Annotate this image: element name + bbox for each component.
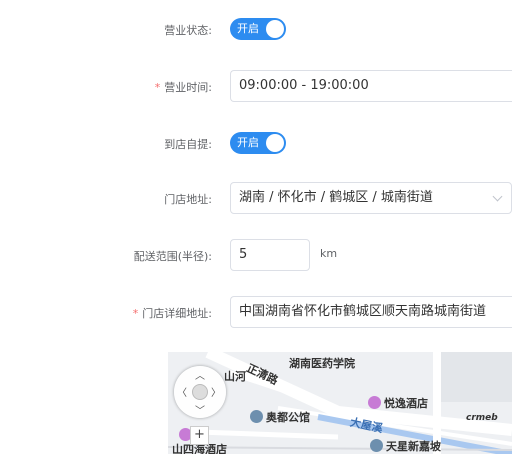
pickup-switch[interactable]: 开启 <box>230 132 286 154</box>
pan-right-icon[interactable]: 〉 <box>211 384 221 399</box>
pan-left-icon[interactable]: 〈 <box>177 384 187 399</box>
business-hours-label: * 营业时间: <box>155 79 212 95</box>
detail-address-label: * 门店详细地址: <box>133 305 212 321</box>
business-hours-label-text: 营业时间: <box>164 81 212 94</box>
map-label-sports: 奥都公馆 <box>266 411 310 424</box>
store-location-map[interactable]: 湖南医药学院 正清路 山河 悦逸酒店 奥都公馆 大屋溪 天星新嘉坡 山四海酒店 … <box>168 352 512 454</box>
business-status-switch-text: 开启 <box>237 22 259 35</box>
required-mark: * <box>154 81 161 94</box>
business-status-label: 营业状态: <box>164 24 212 37</box>
pan-up-icon[interactable]: ︿ <box>195 367 205 382</box>
store-address-value: 湖南 / 怀化市 / 鹤城区 / 城南街道 <box>239 190 433 205</box>
detail-address-input[interactable]: 中国湖南省怀化市鹤城区顺天南路城南街道 <box>230 296 512 328</box>
switch-knob <box>266 20 284 38</box>
pan-down-icon[interactable]: ﹀ <box>195 402 205 417</box>
hotel-icon <box>368 396 381 409</box>
delivery-range-unit: km <box>320 247 338 260</box>
detail-address-label-text: 门店详细地址: <box>142 307 212 320</box>
pan-center[interactable] <box>192 384 208 400</box>
map-label-new-building: 天星新嘉坡 <box>386 440 441 453</box>
chevron-down-icon <box>492 191 503 202</box>
switch-knob <box>266 134 284 152</box>
zoom-in-button[interactable]: + <box>190 426 209 445</box>
pickup-switch-text: 开启 <box>237 136 259 149</box>
map-label-hospital: 湖南医药学院 <box>289 357 355 370</box>
pickup-label: 到店自提: <box>164 138 212 151</box>
building-icon <box>370 439 383 452</box>
business-hours-input[interactable]: 09:00:00 - 19:00:00 <box>230 70 512 102</box>
business-status-switch[interactable]: 开启 <box>230 18 286 40</box>
building-icon <box>250 410 263 423</box>
store-address-cascader[interactable]: 湖南 / 怀化市 / 鹤城区 / 城南街道 <box>230 182 512 214</box>
map-label-hill: 山河 <box>224 370 246 383</box>
map-logo: crmeb <box>466 413 498 423</box>
store-address-label: 门店地址: <box>164 193 212 206</box>
map-label-hotel: 悦逸酒店 <box>384 397 428 410</box>
delivery-range-input[interactable]: 5 <box>230 239 310 271</box>
required-mark: * <box>132 307 139 320</box>
delivery-range-label: 配送范围(半径): <box>133 250 212 263</box>
map-pan-control[interactable]: ︿ 〈 〉 ﹀ <box>174 366 226 418</box>
